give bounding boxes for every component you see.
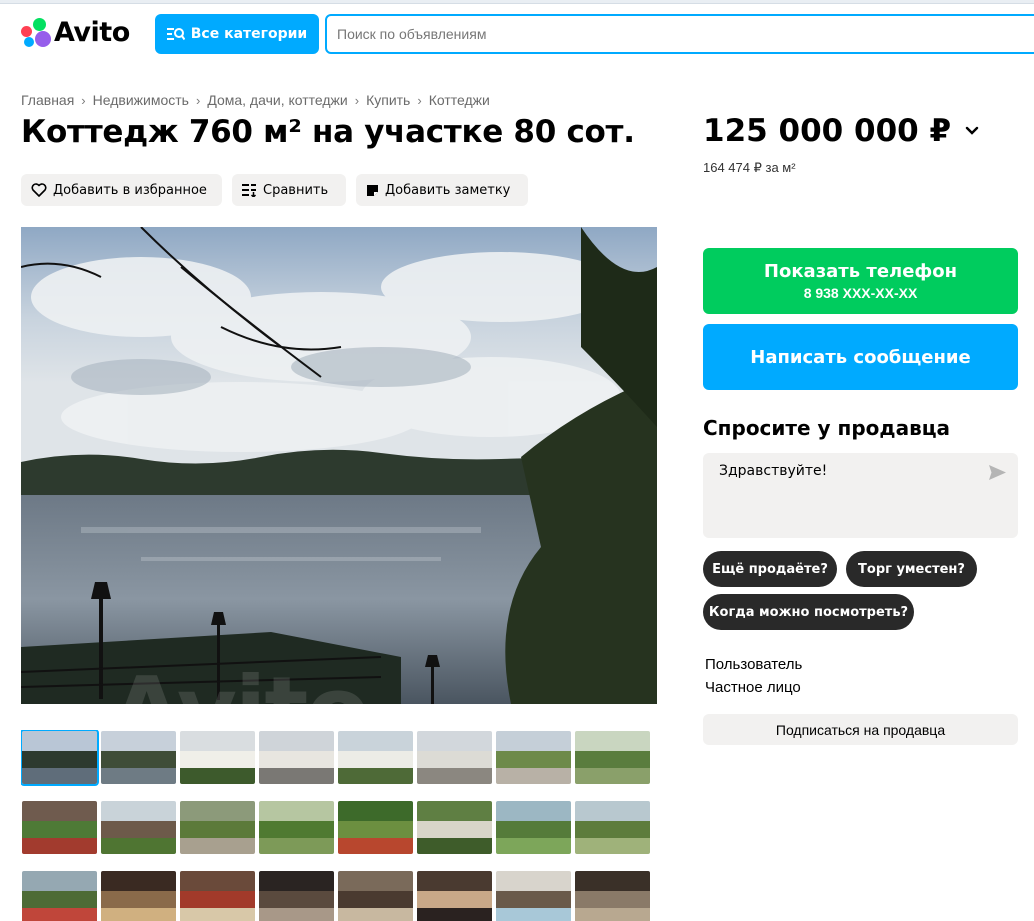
- thumbnail-gallery: [21, 730, 661, 921]
- main-photo[interactable]: Avito: [21, 227, 657, 704]
- breadcrumb-item-home[interactable]: Главная: [21, 92, 74, 108]
- gallery-thumbnail[interactable]: [21, 730, 99, 786]
- gallery-thumbnail[interactable]: [496, 871, 571, 921]
- all-categories-button[interactable]: Все категории: [155, 14, 319, 54]
- show-phone-button[interactable]: Показать телефон 8 938 XXX-XX-XX: [703, 248, 1018, 314]
- note-icon: [367, 184, 378, 196]
- ask-seller-input[interactable]: Здравствуйте!: [703, 453, 989, 543]
- show-phone-label: Показать телефон: [763, 261, 958, 282]
- gallery-thumbnail[interactable]: [417, 731, 492, 784]
- gallery-thumbnail[interactable]: [496, 801, 571, 854]
- page-title: Коттедж 760 м² на участке 80 сот.: [21, 114, 635, 150]
- chevron-right-icon: ›: [81, 92, 86, 108]
- phone-mask: 8 938 XXX-XX-XX: [803, 285, 918, 301]
- price-value: 125 000 000 ₽: [703, 113, 952, 149]
- quick-question-still-selling[interactable]: Ещё продаёте?: [703, 551, 837, 587]
- compare-button[interactable]: Сравнить: [232, 174, 346, 206]
- subscribe-seller-button[interactable]: Подписаться на продавца: [703, 714, 1018, 745]
- logo-text: Avito: [54, 16, 130, 48]
- write-message-button[interactable]: Написать сообщение: [703, 324, 1018, 390]
- gallery-thumbnail[interactable]: [417, 801, 492, 854]
- add-to-favorites-button[interactable]: Добавить в избранное: [21, 174, 222, 206]
- breadcrumb-item-buy[interactable]: Купить: [366, 92, 410, 108]
- avito-logo[interactable]: Avito: [21, 16, 130, 48]
- add-note-label: Добавить заметку: [385, 182, 511, 198]
- gallery-thumbnail[interactable]: [417, 871, 492, 921]
- gallery-thumbnail[interactable]: [496, 731, 571, 784]
- quick-question-when-view[interactable]: Когда можно посмотреть?: [703, 594, 914, 630]
- gallery-thumbnail[interactable]: [575, 801, 650, 854]
- add-note-button[interactable]: Добавить заметку: [356, 174, 528, 206]
- gallery-thumbnail[interactable]: [180, 871, 255, 921]
- gallery-thumbnail[interactable]: [180, 801, 255, 854]
- price-per-meter: 164 474 ₽ за м²: [703, 160, 796, 175]
- price-block: 125 000 000 ₽: [703, 113, 979, 149]
- catalog-search-icon: [166, 28, 185, 41]
- breadcrumb-item-cottages[interactable]: Коттеджи: [429, 92, 490, 108]
- gallery-thumbnail[interactable]: [101, 801, 176, 854]
- send-icon[interactable]: [989, 465, 1006, 480]
- search-input[interactable]: [327, 16, 1017, 52]
- heart-icon: [31, 183, 47, 197]
- gallery-thumbnail[interactable]: [101, 731, 176, 784]
- gallery-thumbnail[interactable]: [338, 871, 413, 921]
- gallery-thumbnail[interactable]: [180, 731, 255, 784]
- ask-seller-title: Спросите у продавца: [703, 416, 951, 440]
- gallery-thumbnail[interactable]: [338, 801, 413, 854]
- seller-role: Пользователь: [705, 656, 803, 673]
- gallery-thumbnail[interactable]: [101, 871, 176, 921]
- chevron-right-icon: ›: [417, 92, 422, 108]
- breadcrumb-item-realty[interactable]: Недвижимость: [93, 92, 189, 108]
- chevron-right-icon: ›: [354, 92, 360, 108]
- chevron-down-icon[interactable]: [965, 126, 979, 136]
- quick-question-bargain[interactable]: Торг уместен?: [846, 551, 977, 587]
- compare-icon: [242, 183, 257, 197]
- write-message-label: Написать сообщение: [750, 346, 971, 368]
- breadcrumb-item-houses[interactable]: Дома, дачи, коттеджи: [207, 92, 347, 108]
- all-categories-label: Все категории: [190, 26, 308, 42]
- lake-landscape-image: [21, 227, 657, 704]
- gallery-thumbnail[interactable]: [259, 801, 334, 854]
- gallery-thumbnail[interactable]: [22, 871, 97, 921]
- seller-type: Частное лицо: [705, 679, 801, 696]
- gallery-thumbnail[interactable]: [259, 731, 334, 784]
- search-box: [325, 14, 1034, 54]
- gallery-thumbnail[interactable]: [259, 871, 334, 921]
- browser-top-edge: [0, 0, 1034, 4]
- compare-label: Сравнить: [263, 182, 329, 198]
- subscribe-seller-label: Подписаться на продавца: [775, 721, 946, 738]
- ask-seller-box: Здравствуйте!: [703, 453, 1018, 543]
- listing-actions: Добавить в избранное Сравнить Добавить з…: [21, 174, 528, 206]
- breadcrumb: Главная › Недвижимость › Дома, дачи, кот…: [21, 92, 490, 108]
- gallery-thumbnail[interactable]: [338, 731, 413, 784]
- gallery-thumbnail[interactable]: [22, 801, 97, 854]
- gallery-thumbnail[interactable]: [575, 871, 650, 921]
- logo-dots-icon: [21, 17, 51, 47]
- gallery-thumbnail[interactable]: [575, 731, 650, 784]
- add-to-favorites-label: Добавить в избранное: [53, 182, 207, 198]
- chevron-right-icon: ›: [195, 92, 201, 108]
